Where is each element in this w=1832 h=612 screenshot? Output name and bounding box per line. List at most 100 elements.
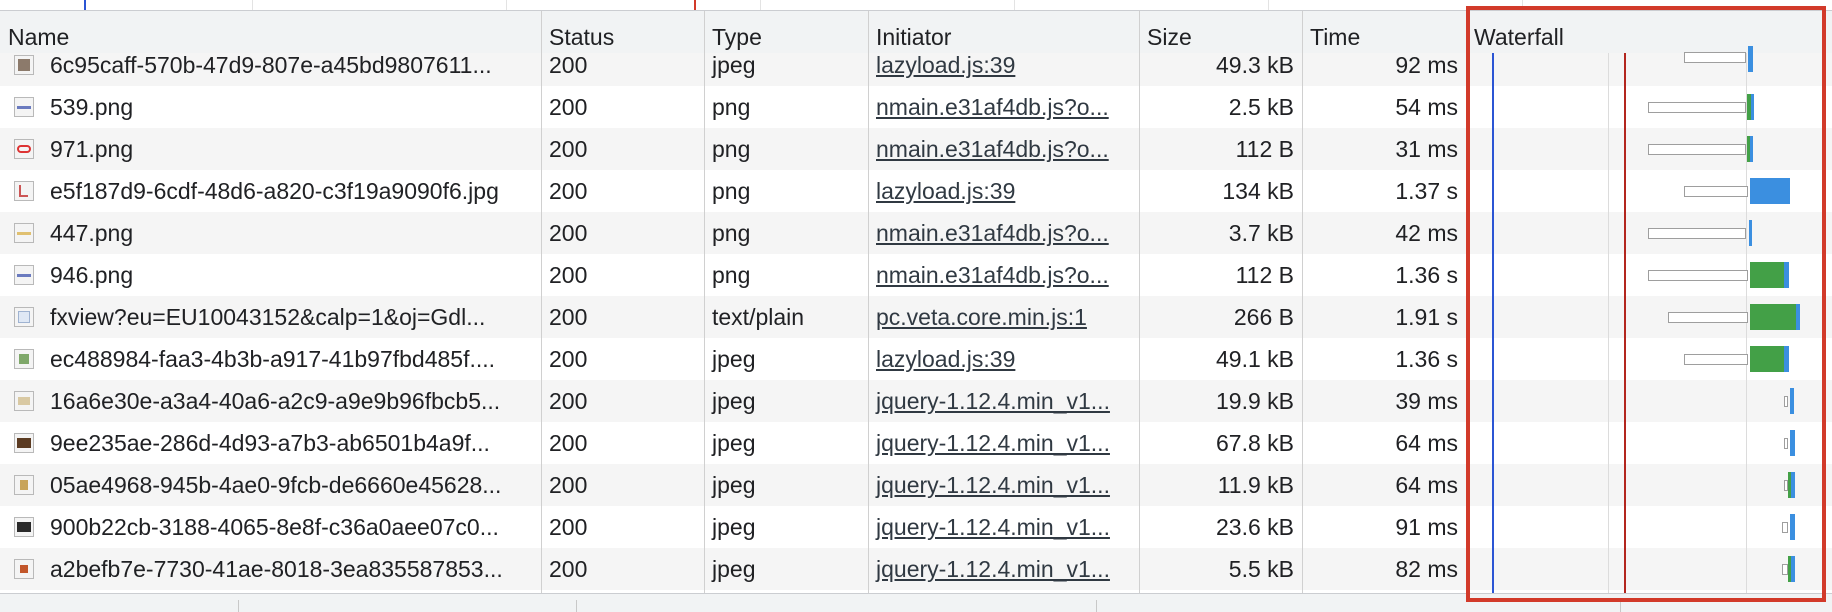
waterfall-queue-bar: [1684, 354, 1748, 365]
request-time: 1.36 s: [1395, 346, 1458, 372]
jpeg-thumbnail-icon: [14, 517, 34, 537]
request-size: 2.5 kB: [1228, 94, 1294, 120]
request-size: 11.9 kB: [1217, 472, 1294, 498]
request-type: jpeg: [712, 430, 756, 456]
overview-dom-content-loaded-marker: [84, 0, 86, 10]
horizontal-scrollbar[interactable]: [0, 593, 1832, 612]
column-divider[interactable]: [868, 11, 869, 596]
waterfall-download-bar: [1790, 430, 1795, 456]
waterfall-gridline: [1746, 53, 1747, 593]
column-divider[interactable]: [1139, 11, 1140, 596]
request-status: 200: [549, 430, 588, 456]
request-name: 447.png: [50, 220, 134, 246]
request-initiator-link[interactable]: nmain.e31af4db.js?o...: [868, 254, 1139, 296]
png-thumbnail-icon: [14, 97, 34, 117]
request-name: 900b22cb-3188-4065-8e8f-c36a0aee07c0...: [50, 514, 499, 540]
request-initiator-link[interactable]: jquery-1.12.4.min_v1...: [868, 506, 1139, 548]
request-status: 200: [549, 220, 588, 246]
request-size: 112 B: [1235, 136, 1294, 162]
waterfall-download-bar: [1750, 346, 1784, 372]
waterfall-queue-bar: [1648, 102, 1746, 113]
column-divider[interactable]: [1466, 11, 1467, 596]
request-size: 5.5 kB: [1228, 556, 1294, 582]
request-status: 200: [549, 388, 588, 414]
overview-tick: [1014, 0, 1015, 10]
request-size: 23.6 kB: [1216, 514, 1294, 540]
waterfall-download-bar: [1784, 262, 1789, 288]
request-time: 91 ms: [1395, 514, 1458, 540]
request-name: 6c95caff-570b-47d9-807e-a45bd9807611...: [50, 53, 492, 78]
waterfall-queue-bar: [1684, 52, 1746, 63]
request-time: 54 ms: [1395, 94, 1458, 120]
waterfall-gridline: [1608, 53, 1609, 593]
request-type: jpeg: [712, 346, 756, 372]
request-name: 946.png: [50, 262, 134, 288]
request-initiator-link[interactable]: lazyload.js:39: [868, 170, 1139, 212]
overview-tick: [760, 0, 761, 10]
request-time: 39 ms: [1395, 388, 1458, 414]
request-size: 266 B: [1233, 304, 1294, 330]
request-size: 3.7 kB: [1228, 220, 1294, 246]
png-thumbnail-icon: [14, 223, 34, 243]
request-type: png: [712, 220, 751, 246]
request-initiator-link[interactable]: pc.veta.core.min.js:1: [868, 296, 1139, 338]
waterfall-queue-bar: [1684, 186, 1748, 197]
request-initiator-link[interactable]: nmain.e31af4db.js?o...: [868, 128, 1139, 170]
waterfall-queue-bar: [1648, 270, 1748, 281]
overview-timeline[interactable]: [0, 0, 1832, 11]
request-size: 49.3 kB: [1216, 53, 1294, 78]
request-name: 05ae4968-945b-4ae0-9fcb-de6660e45628...: [50, 472, 502, 498]
overview-tick: [1522, 0, 1523, 10]
waterfall-queue-bar: [1782, 522, 1788, 533]
overview-load-marker: [694, 0, 696, 10]
request-status: 200: [549, 262, 588, 288]
request-time: 82 ms: [1395, 556, 1458, 582]
request-initiator-link[interactable]: jquery-1.12.4.min_v1...: [868, 548, 1139, 590]
jpeg-thumbnail-icon: [14, 475, 34, 495]
request-status: 200: [549, 136, 588, 162]
waterfall-download-bar: [1791, 472, 1795, 498]
jpeg-thumbnail-icon: [14, 433, 34, 453]
request-time: 1.36 s: [1395, 262, 1458, 288]
request-initiator-link[interactable]: jquery-1.12.4.min_v1...: [868, 464, 1139, 506]
request-time: 92 ms: [1395, 53, 1458, 78]
waterfall-download-bar: [1751, 94, 1754, 120]
network-panel: Name Status Type Initiator Size Time Wat…: [0, 0, 1832, 612]
waterfall-download-bar: [1790, 514, 1795, 540]
request-initiator-link[interactable]: jquery-1.12.4.min_v1...: [868, 422, 1139, 464]
jpeg-thumbnail-icon: [14, 55, 34, 75]
scroll-tick: [576, 600, 577, 612]
request-initiator-link[interactable]: lazyload.js:39: [868, 338, 1139, 380]
waterfall-queue-bar: [1668, 312, 1748, 323]
request-initiator-link[interactable]: nmain.e31af4db.js?o...: [868, 86, 1139, 128]
request-name: a2befb7e-7730-41ae-8018-3ea835587853...: [50, 556, 503, 582]
request-status: 200: [549, 346, 588, 372]
waterfall-download-bar: [1750, 262, 1784, 288]
jpeg-thumbnail-icon: [14, 349, 34, 369]
overview-tick: [1268, 0, 1269, 10]
request-time: 42 ms: [1395, 220, 1458, 246]
waterfall-download-bar: [1791, 556, 1795, 582]
request-name: ec488984-faa3-4b3b-a917-41b97fbd485f....: [50, 346, 496, 372]
request-initiator-link[interactable]: nmain.e31af4db.js?o...: [868, 212, 1139, 254]
request-type: jpeg: [712, 472, 756, 498]
request-time: 31 ms: [1395, 136, 1458, 162]
waterfall-timeline[interactable]: [1468, 46, 1832, 593]
scroll-tick: [1096, 600, 1097, 612]
jpeg-thumbnail-icon: [14, 559, 34, 579]
request-name: e5f187d9-6cdf-48d6-a820-c3f19a9090f6.jpg: [50, 178, 499, 204]
request-initiator-link[interactable]: lazyload.js:39: [868, 53, 1139, 86]
waterfall-queue-bar: [1648, 228, 1746, 239]
waterfall-download-bar: [1790, 388, 1794, 414]
column-divider[interactable]: [541, 11, 542, 596]
column-divider[interactable]: [704, 11, 705, 596]
request-size: 19.9 kB: [1216, 388, 1294, 414]
request-name: 539.png: [50, 94, 134, 120]
request-time: 1.91 s: [1395, 304, 1458, 330]
request-time: 64 ms: [1395, 472, 1458, 498]
waterfall-download-bar: [1750, 178, 1790, 204]
column-divider[interactable]: [1302, 11, 1303, 596]
request-initiator-link[interactable]: jquery-1.12.4.min_v1...: [868, 380, 1139, 422]
request-type: png: [712, 262, 751, 288]
waterfall-download-bar: [1748, 46, 1753, 72]
